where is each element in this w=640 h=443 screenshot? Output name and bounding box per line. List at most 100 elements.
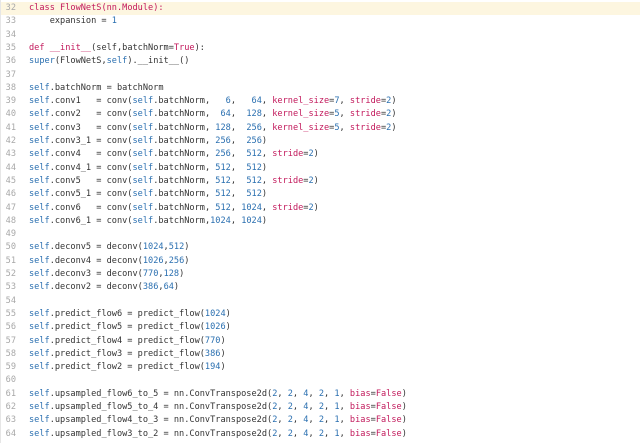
code-text[interactable]: self.conv6_1 = conv(self.batchNorm,1024,…	[29, 215, 267, 228]
code-line[interactable]: 47 self.conv6 = conv(self.batchNorm, 512,…	[1, 202, 640, 215]
code-line[interactable]: 49	[1, 228, 640, 241]
code-line[interactable]: 53 self.deconv2 = deconv(386,64)	[1, 281, 640, 294]
code-text[interactable]: self.predict_flow5 = predict_flow(1026)	[29, 321, 231, 334]
code-text[interactable]: self.conv2 = conv(self.batchNorm, 64, 12…	[29, 108, 397, 121]
code-text[interactable]: self.conv1 = conv(self.batchNorm, 6, 64,…	[29, 95, 397, 108]
code-text[interactable]: self.deconv3 = deconv(770,128)	[29, 268, 184, 281]
code-token: ,	[261, 122, 273, 133]
code-text[interactable]: self.conv5 = conv(self.batchNorm, 512, 5…	[29, 175, 319, 188]
code-token: 512	[215, 202, 231, 213]
code-text[interactable]: self.predict_flow2 = predict_flow(194)	[29, 361, 226, 374]
line-number: 56	[5, 322, 16, 333]
line-number: 37	[5, 69, 16, 80]
code-line[interactable]: 52 self.deconv3 = deconv(770,128)	[1, 268, 640, 281]
code-text[interactable]: super(FlowNetS,self).__init__()	[29, 55, 189, 68]
code-token: .batchNorm,	[153, 149, 216, 160]
code-token: 386	[204, 348, 221, 359]
code-line[interactable]: 56 self.predict_flow5 = predict_flow(1026…	[1, 321, 640, 334]
code-line[interactable]: 61 self.upsampled_flow6_to_5 = nn.ConvTra…	[1, 388, 640, 401]
code-token: .predict_flow4 = predict_flow(	[49, 335, 205, 346]
code-text[interactable]: self.conv6 = conv(self.batchNorm, 512, 1…	[29, 202, 319, 215]
code-text[interactable]: def __init__(self,batchNorm=True):	[29, 42, 205, 55]
code-token: ,	[230, 189, 247, 200]
code-text[interactable]: expansion = 1	[29, 15, 117, 28]
code-token: self	[29, 388, 50, 399]
code-token: self	[29, 189, 50, 200]
code-editor[interactable]: 32 class FlowNetS(nn.Module): 33 expansion…	[0, 0, 640, 443]
code-token: ,	[261, 96, 273, 107]
code-text[interactable]: self.predict_flow6 = predict_flow(1024)	[29, 308, 231, 321]
code-token: ,	[324, 388, 335, 399]
code-line[interactable]: 43 self.conv4 = conv(self.batchNorm, 256,…	[1, 148, 640, 161]
code-line[interactable]: 54	[1, 295, 640, 308]
code-line[interactable]: 63 self.upsampled_flow4_to_3 = nn.ConvTra…	[1, 414, 640, 427]
code-text[interactable]: self.predict_flow4 = predict_flow(770)	[29, 335, 226, 348]
code-text[interactable]: self.conv4 = conv(self.batchNorm, 256, 5…	[29, 148, 319, 161]
code-line[interactable]: 62 self.upsampled_flow5_to_4 = nn.ConvTra…	[1, 401, 640, 414]
code-token: stride	[349, 96, 381, 107]
code-token: ,	[261, 202, 273, 213]
code-text[interactable]: self.conv3 = conv(self.batchNorm, 128, 2…	[29, 122, 397, 135]
code-token: ,	[277, 388, 288, 399]
line-number: 54	[5, 295, 16, 306]
code-text[interactable]: self.batchNorm = batchNorm	[29, 82, 164, 95]
code-token: ,	[277, 402, 288, 412]
code-token: self	[29, 308, 50, 319]
code-text[interactable]: self.deconv5 = deconv(1024,512)	[29, 241, 189, 254]
code-text[interactable]: self.conv4_1 = conv(self.batchNorm, 512,…	[29, 162, 267, 175]
code-token: ,	[292, 428, 304, 439]
code-token: ,	[339, 388, 350, 399]
code-text[interactable]: self.upsampled_flow4_to_3 = nn.ConvTrans…	[29, 414, 407, 427]
code-line[interactable]: 41 self.conv3 = conv(self.batchNorm, 128,…	[1, 122, 640, 135]
code-text[interactable]: self.conv5_1 = conv(self.batchNorm, 512,…	[29, 188, 267, 201]
code-text[interactable]: self.predict_flow3 = predict_flow(386)	[29, 348, 226, 361]
code-token: )	[261, 189, 268, 200]
code-line[interactable]: 57 self.predict_flow4 = predict_flow(770)	[1, 335, 640, 348]
code-line[interactable]: 51 self.deconv4 = deconv(1026,256)	[1, 255, 640, 268]
code-line[interactable]: 35 def __init__(self,batchNorm=True):	[1, 42, 640, 55]
code-line[interactable]: 58 self.predict_flow3 = predict_flow(386)	[1, 348, 640, 361]
code-line[interactable]: 33 expansion = 1	[1, 15, 640, 28]
code-line[interactable]: 55 self.predict_flow6 = predict_flow(1024…	[1, 308, 640, 321]
code-line[interactable]: 48 self.conv6_1 = conv(self.batchNorm,102…	[1, 215, 640, 228]
code-line[interactable]: 46 self.conv5_1 = conv(self.batchNorm, 51…	[1, 188, 640, 201]
code-token: self	[29, 255, 50, 266]
code-line[interactable]: 39 self.conv1 = conv(self.batchNorm, 6, 6…	[1, 95, 640, 108]
code-token: .batchNorm,	[153, 96, 226, 107]
code-line[interactable]: 59 self.predict_flow2 = predict_flow(194)	[1, 361, 640, 374]
code-text[interactable]: self.conv3_1 = conv(self.batchNorm, 256,…	[29, 135, 267, 148]
code-line[interactable]: 36 super(FlowNetS,self).__init__()	[1, 55, 640, 68]
code-line[interactable]: 60	[1, 374, 640, 387]
code-token: .deconv5 = deconv(	[49, 242, 143, 253]
code-text[interactable]: self.upsampled_flow5_to_4 = nn.ConvTrans…	[29, 401, 407, 414]
code-line[interactable]: 50 self.deconv5 = deconv(1024,512)	[1, 241, 640, 254]
code-token: kernel_size	[272, 122, 330, 133]
code-line[interactable]: 42 self.conv3_1 = conv(self.batchNorm, 25…	[1, 135, 640, 148]
code-token: 128	[163, 269, 180, 279]
code-token: self	[29, 282, 50, 293]
code-token: self	[29, 82, 50, 93]
code-token: ,	[261, 109, 273, 120]
code-token: )	[313, 202, 319, 213]
code-text[interactable]: self.deconv2 = deconv(386,64)	[29, 281, 179, 294]
code-line[interactable]: 64 self.upsampled_flow3_to_2 = nn.ConvTra…	[1, 428, 640, 441]
code-token: stride	[272, 202, 304, 213]
code-line[interactable]: 44 self.conv4_1 = conv(self.batchNorm, 51…	[1, 162, 640, 175]
code-line[interactable]: 38 self.batchNorm = batchNorm	[1, 82, 640, 95]
code-token: .upsampled_flow4_to_3 = nn.ConvTranspose…	[49, 415, 273, 426]
code-text[interactable]: self.deconv4 = deconv(1026,256)	[29, 255, 189, 268]
code-token: self	[132, 136, 154, 146]
code-text[interactable]: class FlowNetS(nn.Module):	[29, 2, 164, 15]
code-line[interactable]: 40 self.conv2 = conv(self.batchNorm, 64, …	[1, 108, 640, 121]
code-line[interactable]: 45 self.conv5 = conv(self.batchNorm, 512,…	[1, 175, 640, 188]
code-token: .batchNorm,	[153, 109, 221, 120]
code-token: ,	[230, 136, 247, 146]
line-number: 64	[5, 428, 16, 439]
code-text[interactable]: self.upsampled_flow3_to_2 = nn.ConvTrans…	[29, 428, 407, 441]
code-token: self	[132, 96, 154, 107]
code-line[interactable]: 34	[1, 29, 640, 42]
code-text[interactable]: self.upsampled_flow6_to_5 = nn.ConvTrans…	[29, 388, 407, 401]
code-token: )	[225, 308, 231, 319]
code-line[interactable]: 32 class FlowNetS(nn.Module):	[1, 2, 640, 16]
code-line[interactable]: 37	[1, 69, 640, 82]
